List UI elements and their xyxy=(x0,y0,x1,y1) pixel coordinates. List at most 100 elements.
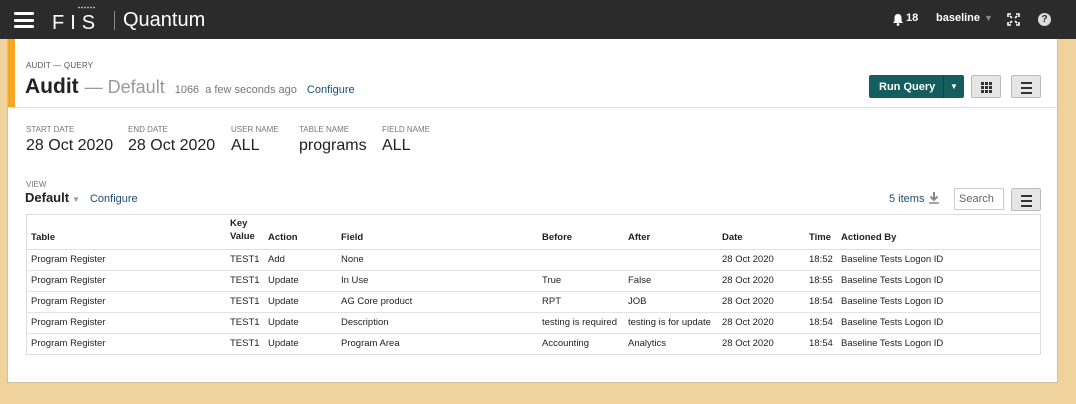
table-cell: RPT xyxy=(538,291,624,313)
table-cell: TEST1 xyxy=(226,291,264,313)
table-cell: Update xyxy=(268,338,299,350)
breadcrumb: AUDIT — QUERY xyxy=(26,61,94,70)
table-row[interactable]: Program Register TEST1 Update AG Core pr… xyxy=(27,291,1040,313)
column-header-before[interactable]: Before xyxy=(538,215,624,250)
table-cell: Update xyxy=(264,291,337,313)
table-cell: TEST1 xyxy=(226,249,264,271)
page-subtitle: — Default xyxy=(84,77,165,97)
column-header-time[interactable]: Time xyxy=(805,215,837,250)
header-divider xyxy=(8,107,1059,108)
logo-divider xyxy=(114,11,115,30)
table-cell: Program Area xyxy=(341,338,400,350)
table-cell xyxy=(624,249,718,271)
view-label: VIEW xyxy=(26,180,47,189)
param-table-name: TABLE NAME programs xyxy=(299,125,367,155)
param-label: TABLE NAME xyxy=(299,125,350,134)
user-menu[interactable]: baseline ▼ xyxy=(936,12,993,24)
menu-icon[interactable] xyxy=(14,12,34,28)
run-query-button[interactable]: Run Query ▼ xyxy=(869,75,964,98)
table-cell: Accounting xyxy=(542,338,590,350)
table-row[interactable]: Program Register TEST1 Add None 28 Oct 2… xyxy=(27,249,1040,271)
param-label: START DATE xyxy=(26,125,75,134)
audit-panel: AUDIT — QUERY Audit — Default 1066 a few… xyxy=(7,39,1059,383)
table-cell: Program Register xyxy=(27,291,226,313)
list-icon xyxy=(1012,76,1040,94)
fis-logo[interactable]: FIS xyxy=(50,4,112,34)
table-cell: testing is for update xyxy=(624,312,718,334)
table-cell: testing is required xyxy=(538,312,624,334)
table-cell: None xyxy=(337,249,538,271)
table-cell: TEST1 xyxy=(226,270,264,292)
table-cell: Description xyxy=(337,312,538,334)
table-cell: Program Register xyxy=(27,312,226,334)
param-value: ALL xyxy=(231,137,260,154)
last-updated: a few seconds ago xyxy=(205,84,297,96)
bell-icon[interactable] xyxy=(892,13,904,26)
table-cell: AG Core product xyxy=(337,291,538,313)
view-select[interactable]: Default xyxy=(25,190,69,205)
table-cell: In Use xyxy=(337,270,538,292)
table-cell: 28 Oct 2020 xyxy=(718,270,805,292)
header-accent xyxy=(8,39,15,107)
param-value: 28 Oct 2020 xyxy=(128,137,216,154)
column-header-table[interactable]: Table xyxy=(27,215,226,250)
table-header-row: Table Key Value Action Field Before Afte… xyxy=(27,215,1040,250)
configure-link[interactable]: Configure xyxy=(307,84,355,96)
table-cell: Baseline Tests Logon ID xyxy=(837,270,1040,292)
table-row[interactable]: Program Register TEST1 Update In Use Tru… xyxy=(27,270,1040,292)
table-cell: 28 Oct 2020 xyxy=(718,291,805,313)
table-cell: JOB xyxy=(624,291,718,313)
column-header-date[interactable]: Date xyxy=(718,215,805,250)
column-header-actioned-by[interactable]: Actioned By xyxy=(837,215,1040,250)
svg-text:FIS: FIS xyxy=(52,12,101,34)
table-cell: Analytics xyxy=(628,338,667,350)
table-cell: True xyxy=(538,270,624,292)
run-query-label: Run Query xyxy=(879,80,936,93)
param-end-date: END DATE 28 Oct 2020 xyxy=(128,125,215,155)
param-label: USER NAME xyxy=(231,125,279,134)
table-cell: 18:54 xyxy=(805,312,837,334)
top-bar: FIS Quantum 18 baseline ▼ ? xyxy=(0,0,1076,39)
table-row[interactable]: Program Register TEST1 Update Program Ar… xyxy=(27,333,1040,354)
table-cell: Add xyxy=(264,249,337,271)
table-cell: 28 Oct 2020 xyxy=(718,312,805,334)
column-header-action[interactable]: Action xyxy=(264,215,337,250)
column-header-field[interactable]: Field xyxy=(337,215,538,250)
column-header-key-value[interactable]: Key Value xyxy=(226,215,264,250)
table-cell: Baseline Tests Logon ID xyxy=(841,338,944,350)
view-configure-link[interactable]: Configure xyxy=(90,193,138,205)
app-title: Quantum xyxy=(123,9,206,31)
table-cell: Baseline Tests Logon ID xyxy=(837,312,1040,334)
chevron-down-icon[interactable]: ▼ xyxy=(72,195,80,204)
help-icon[interactable]: ? xyxy=(1038,13,1051,26)
table-cell: TEST1 xyxy=(226,312,264,334)
search-input[interactable] xyxy=(954,188,1004,210)
run-query-dropdown[interactable]: ▼ xyxy=(944,82,964,91)
page-title: Audit xyxy=(25,75,79,98)
download-icon[interactable] xyxy=(928,191,940,204)
grid-icon xyxy=(980,82,992,93)
expand-icon[interactable] xyxy=(1007,13,1020,26)
table-cell: Baseline Tests Logon ID xyxy=(837,249,1040,271)
title-row: Audit — Default 1066 a few seconds ago C… xyxy=(25,75,355,99)
table-cell: 18:52 xyxy=(805,249,837,271)
grid-view-button[interactable] xyxy=(971,75,1001,98)
param-value: programs xyxy=(299,137,367,154)
table-cell: 18:54 xyxy=(809,338,833,350)
table-cell: Update xyxy=(264,270,337,292)
record-count: 1066 xyxy=(174,84,200,96)
table-cell: Program Register xyxy=(27,270,226,292)
param-label: END DATE xyxy=(128,125,168,134)
table-cell: Program Register xyxy=(27,249,226,271)
list-icon xyxy=(1012,189,1040,207)
param-label: FIELD NAME xyxy=(382,125,431,134)
notification-count[interactable]: 18 xyxy=(906,12,918,24)
table-row[interactable]: Program Register TEST1 Update Descriptio… xyxy=(27,312,1040,334)
table-cell: 18:55 xyxy=(805,270,837,292)
table-cell: 28 Oct 2020 xyxy=(718,249,805,271)
list-view-button[interactable] xyxy=(1011,75,1041,98)
view-row: Default ▼ Configure xyxy=(25,190,138,205)
table-menu-button[interactable] xyxy=(1011,188,1041,211)
column-header-after[interactable]: After xyxy=(624,215,718,250)
chevron-down-icon: ▼ xyxy=(984,13,993,23)
